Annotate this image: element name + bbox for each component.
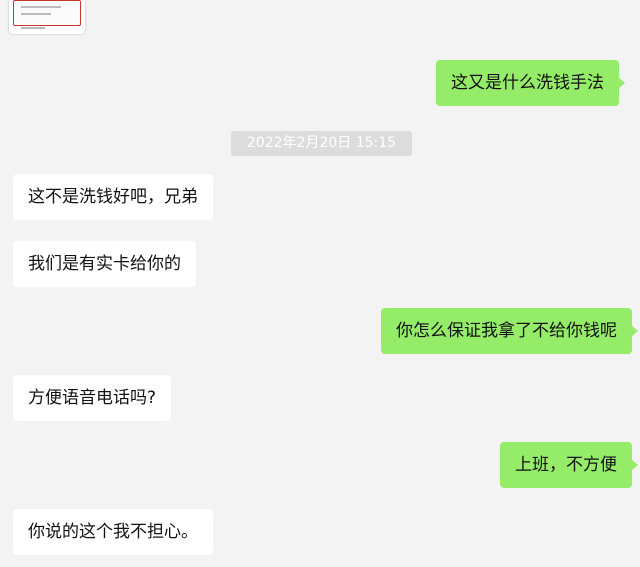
message-bubble-incoming[interactable]: 我们是有实卡给你的	[13, 241, 196, 287]
message-bubble-outgoing[interactable]: 上班，不方便	[500, 442, 638, 488]
timestamp-label: 2022年2月20日 15:15	[231, 131, 412, 156]
message-bubble-outgoing[interactable]: 你怎么保证我拿了不给你钱呢	[381, 308, 638, 354]
image-thumbnail[interactable]	[9, 0, 85, 34]
thumbnail-line	[21, 6, 61, 8]
chat-area: 这又是什么洗钱手法 2022年2月20日 15:15 这不是洗钱好吧，兄弟 我们…	[0, 0, 640, 567]
thumbnail-line	[21, 13, 51, 15]
message-bubble-incoming[interactable]: 这不是洗钱好吧，兄弟	[13, 174, 213, 220]
message-bubble-incoming[interactable]: 方便语音电话吗?	[13, 375, 172, 421]
message-bubble-incoming[interactable]: 你说的这个我不担心。	[13, 509, 213, 555]
thumbnail-line	[21, 27, 45, 29]
message-bubble-outgoing[interactable]: 这又是什么洗钱手法	[436, 60, 625, 106]
